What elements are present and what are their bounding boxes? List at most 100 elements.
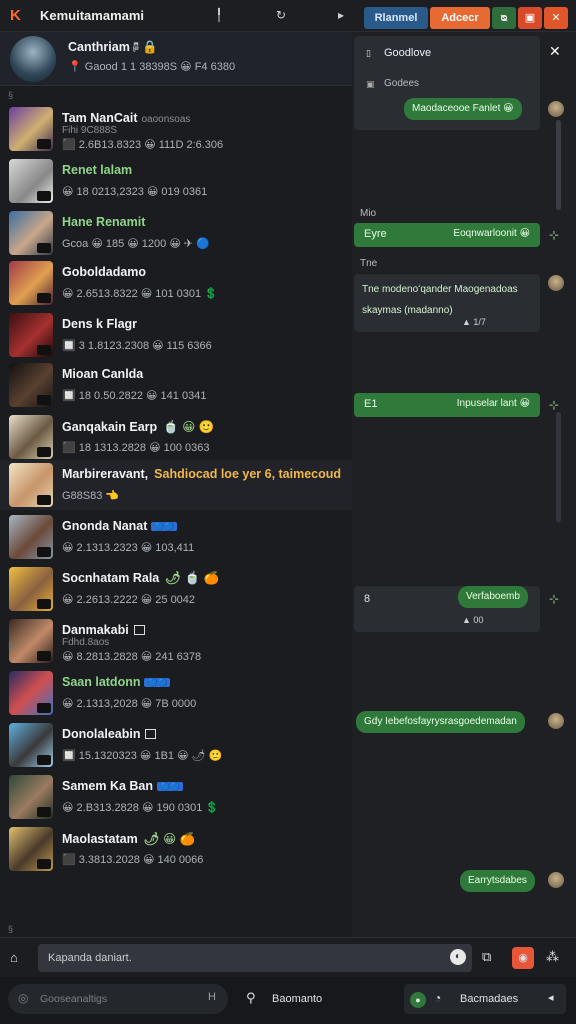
clock-icon: ◔ [434,991,442,1005]
avatar-badge [37,547,51,557]
chat-meta: 😀 18 0213,2323 😀 019 0361 [62,186,208,198]
chat-row[interactable]: Mioan Canlda 🔲 18 0.50.2822 😀 141 0341 [0,360,352,410]
message-bubble: Gdy Iebefosfayrysrasgoedemadan [356,711,525,733]
link-icon: ⊹ [548,228,560,242]
chat-meta: ⬛ 2.6B13.8323 😀 111D 2:6.306 [62,139,224,151]
avatar-badge [37,755,51,765]
chat-row[interactable]: Gnonda Nanat 🔵🔵 😀 2.1313.2323 😀 103,411 [0,512,352,562]
scrollbar[interactable] [556,120,561,210]
pinned-chat-name: Canthriam 🖗 🔒 [68,40,158,54]
chat-name: Donolaleabin [62,727,157,741]
chat-meta: 😀 8.2813.2828 😀 241 6378 [62,651,202,663]
chat-row[interactable]: Goboldadamo 😀 2.6513.8322 😀 101 0301 💲 [0,258,352,308]
section-divider: § [8,924,14,934]
avatar-badge [37,139,51,149]
message-card: 8 Verfaboemb ▲ 00 [354,586,540,632]
add-button[interactable]: Adcecr [430,7,490,29]
chat-list: Canthriam 🖗 🔒 📍 Gaood 1 1 38398S 😀 F4 63… [0,32,352,937]
send-icon[interactable]: ◉ [512,947,534,969]
message-text: Tne modenoʻqander Maogenadoas skaymas (m… [362,284,518,316]
channel-button[interactable]: Rlanmel [364,7,428,29]
pinned-chat[interactable]: Canthriam 🖗 🔒 📍 Gaood 1 1 38398S 😀 F4 63… [0,32,352,86]
chat-meta: 😀 2.B313.2828 😀 190 0301 💲 [62,802,220,814]
avatar-badge [37,495,51,505]
chat-name: Mioan Canlda [62,367,144,381]
chat-row[interactable]: Danmakabi Fdhd.8aos 😀 8.2813.2828 😀 241 63… [0,616,352,666]
chat-meta: G88S83 👈 [62,490,120,502]
app-logo-icon: K [10,6,21,24]
arrow-icon[interactable]: ▸ [334,8,348,22]
avatar [9,107,53,151]
leaf-icon[interactable]: ᴓ [492,7,516,29]
avatar-badge [37,243,51,253]
chat-name: Socnhatam Rala 🌶 🍵 🍊 [62,571,220,585]
message-card-text: Verfaboemb [458,586,528,608]
status-mid[interactable]: Baomanto [244,984,384,1014]
avatar-badge [37,191,51,201]
avatar [9,515,53,559]
chat-row[interactable]: Marbireravant, Sahdiocad loe yer 6, taime… [0,460,352,510]
avatar [9,261,53,305]
avatar [9,723,53,767]
chevron-left-icon[interactable]: ◂ [548,991,554,1004]
chat-subline: Fihi 9C888S [62,125,118,136]
time-label: Mio [360,208,377,219]
chat-row[interactable]: Tam NanCait oaoonsoas Fihi 9C888S ⬛ 2.6B13.… [0,104,352,154]
chat-row[interactable]: Dens k Flagr 🔲 3 1.8123.2308 😀 115 6366 [0,310,352,360]
message-status: ▲ 1/7 [462,317,486,327]
app-title: Kemuitamamami [40,8,145,23]
chat-row[interactable]: Socnhatam Rala 🌶 🍵 🍊 😀 2.2613.2222 😀 25 00… [0,564,352,614]
avatar [548,101,564,117]
composer: ⌂ Kapanda daniart. ◐ ⧉ ◉ ⁂ [0,937,576,977]
conversation-panel: ▯ Goodlove ▣ Godees ✕ Maodaceooe Fanlet … [352,32,576,937]
chat-row[interactable]: Saan latdonn 🔵🔵 😀 2.1313,2028 😀 7B 0000 [0,668,352,718]
chat-row[interactable]: Donolaleabin 🔲 15.1320323 😀 1B1 😀 🌶 🙂 [0,720,352,770]
chat-row[interactable]: Ganqakain Earp 🍵 😀 🙂 ⬛ 18 1313.2828 😀 100 … [0,412,352,462]
avatar-badge [37,345,51,355]
avatar [9,463,53,507]
grid-icon[interactable]: ▣ [518,7,542,29]
search-suffix: H [208,991,216,1003]
avatar [548,275,564,291]
avatar [9,211,53,255]
avatar-badge [37,599,51,609]
status-right[interactable]: Bacmadaes [404,984,566,1014]
chat-row[interactable]: Samem Ka Ban 🔵🔵 😀 2.B313.2828 😀 190 0301 💲 [0,772,352,822]
avatar [9,671,53,715]
avatar-badge [37,859,51,869]
avatar [548,872,564,888]
pinned-chat-meta: 📍 Gaood 1 1 38398S 😀 F4 6380 [68,61,236,73]
settings-icon[interactable]: ⁂ [546,949,559,965]
avatar [9,159,53,203]
avatar-badge [37,703,51,713]
chat-meta: ⬛ 18 1313.2828 😀 100 0363 [62,442,210,454]
search-icon: ⚲ [246,990,256,1005]
chat-row[interactable]: Maolastatam 🌶 😀 🍊 ⬛ 3.3813.2028 😀 140 0066 [0,824,352,874]
chat-name: Samem Ka Ban 🔵🔵 [62,779,183,793]
chat-row[interactable]: Hane Renamit Gcoa 😀 185 😀 1200 😀 ✈ 🔵 [0,208,352,258]
search-input[interactable]: Gooseanaltigs [8,984,228,1014]
chat-name: Ganqakain Earp 🍵 😀 🙂 [62,420,215,434]
refresh-icon[interactable]: ↻ [274,8,288,22]
avatar [548,713,564,729]
chat-row[interactable]: Renet lalam 😀 18 0213,2323 😀 019 0361 [0,156,352,206]
message-card-text: Inpuselar lant 😀 [456,398,530,409]
chat-name: Saan latdonn 🔵🔵 [62,675,171,689]
message-input[interactable]: Kapanda daniart. [38,944,472,972]
close-icon[interactable]: ✕ [544,7,568,29]
leaf-icon: ● [410,992,426,1008]
close-panel-icon[interactable]: ✕ [549,43,561,60]
chat-meta: ⬛ 3.3813.2028 😀 140 0066 [62,854,204,866]
chat-name: Marbireravant, Sahdiocad loe yer 6, taime… [62,467,342,481]
chat-name: Danmakabi [62,623,145,637]
status-badge: 🔵🔵 [151,522,178,531]
emoji-icon[interactable]: ◐ [450,949,466,965]
attach-icon[interactable]: ⧉ [482,949,491,965]
pin-icon[interactable]: ╿ [212,8,226,22]
home-icon[interactable]: ⌂ [10,950,18,965]
chat-meta: Gcoa 😀 185 😀 1200 😀 ✈ 🔵 [62,238,210,250]
chat-name: Gnonda Nanat 🔵🔵 [62,519,178,533]
scrollbar[interactable] [556,412,561,522]
message-bubble: Maodaceooe Fanlet 😀 [404,98,522,120]
status-bar: Gooseanaltigs ◎ H Baomanto ⚲ Bacmadaes ●… [0,977,576,1024]
